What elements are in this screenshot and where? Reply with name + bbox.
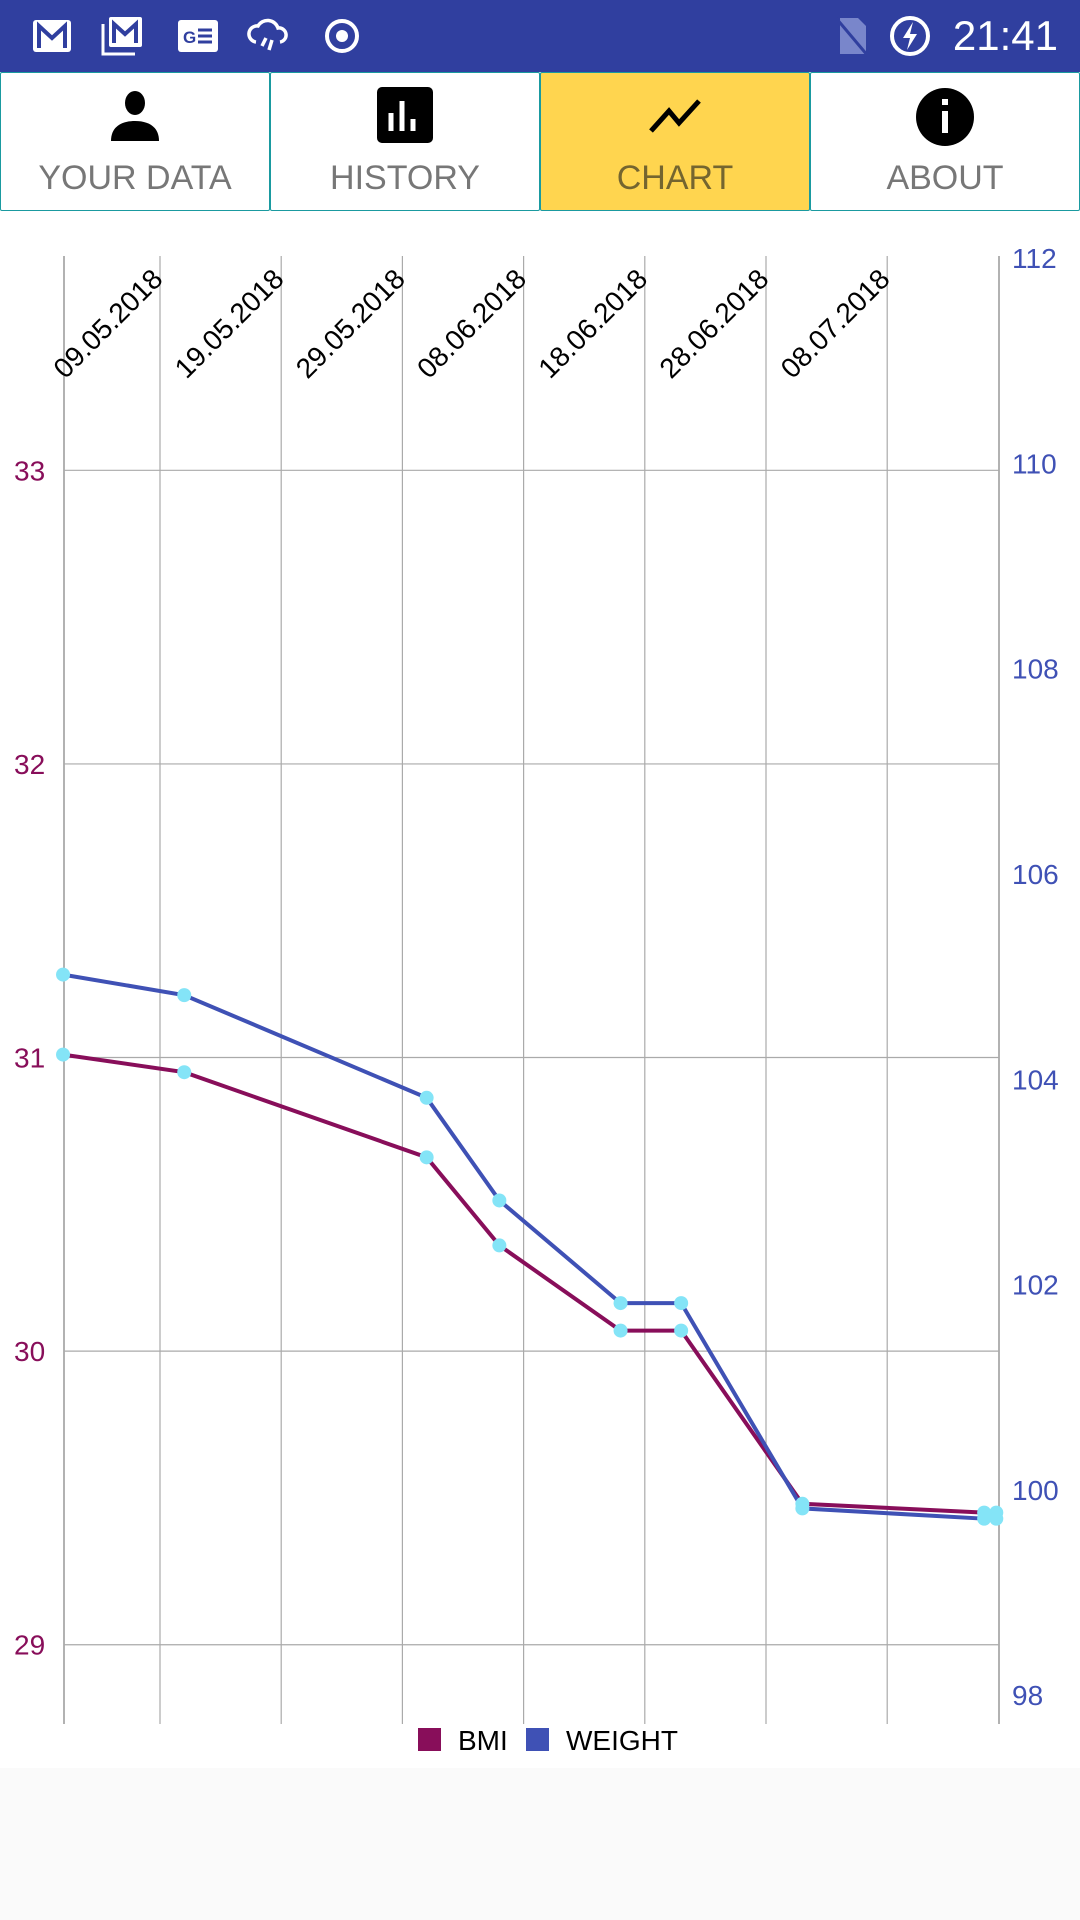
y-left-tick-label: 33 xyxy=(14,455,45,486)
data-point-bmi xyxy=(419,1150,434,1165)
tab-label: YOUR DATA xyxy=(38,159,232,197)
cloud-rain-icon xyxy=(247,18,288,51)
legend-label: WEIGHT xyxy=(566,1725,678,1756)
legend-swatch xyxy=(418,1728,441,1751)
y-left-tick-label: 32 xyxy=(14,749,45,780)
x-tick-label: 09.05.2018 xyxy=(47,263,168,384)
line-chart-icon xyxy=(649,99,701,133)
tab-your-data[interactable]: YOUR DATA xyxy=(0,72,270,211)
chart-area: 09.05.2018 19.05.2018 29.05.2018 08.06.2018… xyxy=(0,211,1080,1768)
data-point-weight xyxy=(492,1193,507,1208)
series-line-bmi xyxy=(62,1052,997,1515)
x-tick-label: 29.05.2018 xyxy=(290,263,411,384)
gmail-icon xyxy=(33,20,71,52)
battery-charging-icon xyxy=(890,16,930,56)
x-tick-label: 08.06.2018 xyxy=(411,263,532,384)
y-right-tick-label: 98 xyxy=(1012,1680,1043,1711)
news-icon: G xyxy=(178,20,218,52)
no-sim-icon xyxy=(834,17,870,57)
data-point-weight xyxy=(177,988,192,1003)
bmi-weight-chart[interactable]: 09.05.2018 19.05.2018 29.05.2018 08.06.2018… xyxy=(0,211,1080,1768)
tab-label: ABOUT xyxy=(886,159,1004,197)
data-point-bmi xyxy=(492,1238,507,1253)
record-icon xyxy=(325,19,359,53)
tab-label: HISTORY xyxy=(330,159,480,197)
legend-swatch xyxy=(526,1728,549,1751)
info-icon xyxy=(916,88,974,146)
person-icon xyxy=(111,91,159,141)
data-point-bmi xyxy=(177,1065,192,1080)
tab-history[interactable]: HISTORY xyxy=(270,72,540,211)
y-right-tick-label: 110 xyxy=(1012,448,1057,479)
x-tick-label: 28.06.2018 xyxy=(653,263,774,384)
data-point-weight xyxy=(613,1296,628,1311)
data-point-bmi xyxy=(674,1323,689,1338)
svg-text:G: G xyxy=(183,28,196,47)
y-left-tick-label: 30 xyxy=(14,1336,45,1367)
gmail-stack-icon xyxy=(101,17,142,56)
data-point-bmi xyxy=(613,1323,628,1338)
data-point-weight xyxy=(56,967,71,982)
clock: 21:41 xyxy=(952,12,1058,59)
data-point-weight xyxy=(989,1511,1004,1526)
tab-chart[interactable]: CHART xyxy=(540,72,810,211)
x-tick-label: 18.06.2018 xyxy=(532,263,653,384)
tab-about[interactable]: ABOUT xyxy=(810,72,1080,211)
y-right-tick-label: 112 xyxy=(1012,243,1057,274)
y-right-tick-label: 102 xyxy=(1012,1270,1059,1301)
y-right-tick-label: 106 xyxy=(1012,859,1059,890)
tab-bar: YOUR DATA HISTORY CHART ABOUT xyxy=(0,72,1080,211)
data-point-weight xyxy=(977,1511,992,1526)
tab-label: CHART xyxy=(616,159,734,197)
y-right-tick-label: 100 xyxy=(1012,1475,1059,1506)
y-right-tick-label: 108 xyxy=(1012,654,1059,685)
data-point-bmi xyxy=(56,1047,71,1062)
x-tick-label: 19.05.2018 xyxy=(169,263,290,384)
x-tick-label: 08.07.2018 xyxy=(775,263,896,384)
status-bar: G 21:41 xyxy=(0,0,1080,72)
data-point-weight xyxy=(795,1501,810,1516)
series-line-weight xyxy=(62,972,997,1521)
y-left-tick-label: 31 xyxy=(14,1043,45,1074)
legend-label: BMI xyxy=(458,1725,508,1756)
y-right-tick-label: 104 xyxy=(1012,1064,1059,1095)
data-point-weight xyxy=(674,1296,689,1311)
data-point-weight xyxy=(419,1090,434,1105)
y-left-tick-label: 29 xyxy=(14,1630,45,1661)
bar-chart-icon xyxy=(377,87,433,143)
